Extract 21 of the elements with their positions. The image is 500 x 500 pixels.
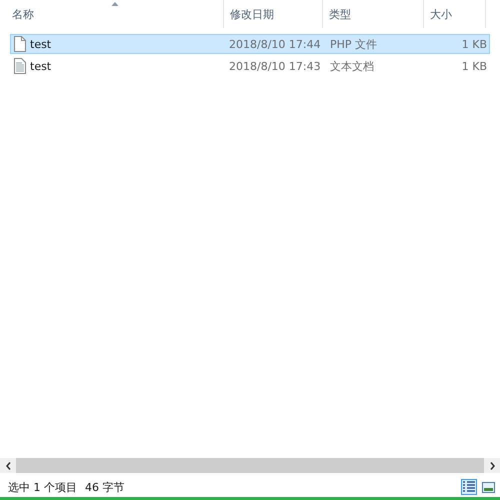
modified-date: 2018/8/10 17:43 xyxy=(228,60,322,72)
file-type: 文本文档 xyxy=(329,58,375,74)
file-type: PHP 文件 xyxy=(329,36,378,52)
selection-count: 选中 1 个项目 xyxy=(8,480,77,494)
file-name: test xyxy=(30,60,52,72)
column-header[interactable]: 大小 xyxy=(424,0,486,28)
selection-size: 46 字节 xyxy=(85,480,124,494)
column-header[interactable]: 修改日期 xyxy=(224,0,323,28)
modified-date: 2018/8/10 17:44 xyxy=(228,38,322,50)
file-size: 1 KB xyxy=(460,60,488,72)
column-header[interactable]: 类型 xyxy=(323,0,424,28)
details-view-button[interactable] xyxy=(461,479,477,495)
file-size: 1 KB xyxy=(460,38,488,50)
large-icons-view-button[interactable] xyxy=(480,479,496,495)
file-icon xyxy=(14,36,26,52)
sort-caret-icon xyxy=(111,2,118,6)
text-file-icon xyxy=(14,58,26,74)
file-row[interactable]: test 2018/8/10 17:43 文本文档 1 KB xyxy=(10,56,490,76)
column-header[interactable]: 名称 xyxy=(6,0,224,28)
file-name: test xyxy=(30,38,52,50)
file-row[interactable]: test 2018/8/10 17:44 PHP 文件 1 KB xyxy=(10,34,490,54)
